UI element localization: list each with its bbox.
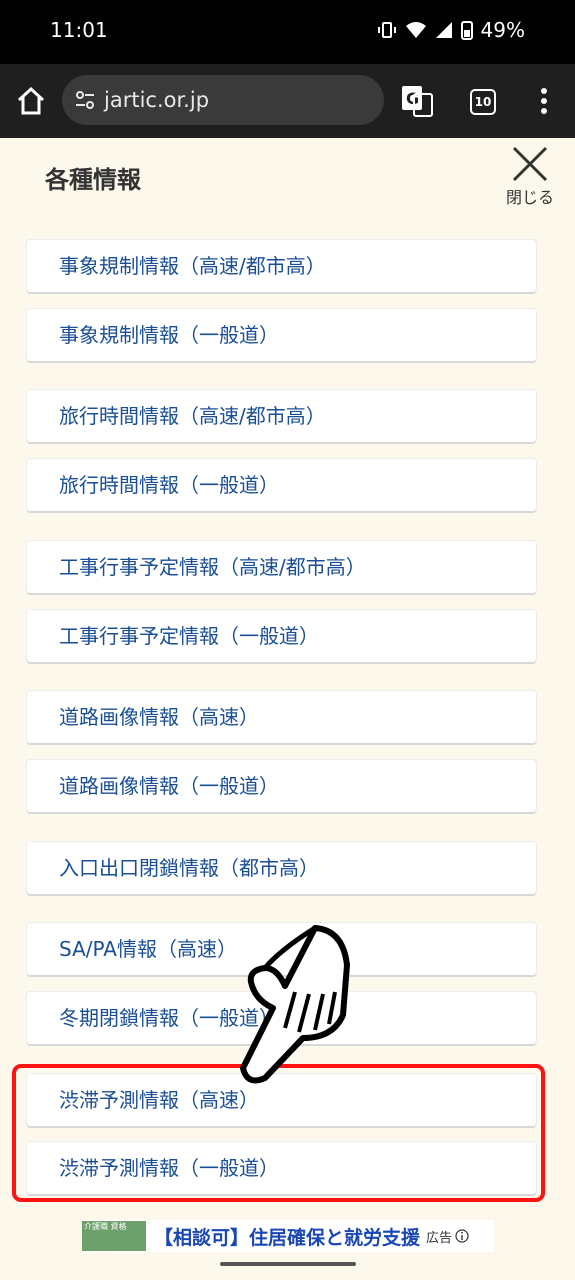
wifi-icon [405,22,426,38]
browser-toolbar: jartic.or.jp G 10 [0,64,575,138]
battery-icon [460,21,473,40]
ad-text[interactable]: 【相談可】住居確保と就労支援 [154,1223,420,1250]
menu-item[interactable]: 旅行時間情報（高速/都市高） [27,390,536,442]
status-time: 11:01 [50,18,108,42]
vibrate-icon [377,22,396,38]
site-settings-icon[interactable] [74,89,96,111]
close-icon[interactable] [512,146,548,182]
more-menu-icon[interactable] [540,88,548,114]
menu-item[interactable]: 事象規制情報（一般道） [27,309,536,361]
panel-title: 各種情報 [45,166,141,194]
menu-item[interactable]: 工事行事予定情報（一般道） [27,610,536,662]
translate-icon[interactable]: G [400,84,434,118]
status-bar: 11:01 49% [0,0,575,64]
close-button[interactable]: 閉じる [500,146,560,208]
signal-icon [435,22,452,38]
menu-item[interactable]: 旅行時間情報（一般道） [27,459,536,511]
battery-percent: 49% [480,18,525,42]
svg-text:G: G [406,89,419,108]
status-icons: 49% [377,18,525,42]
menu-item[interactable]: 道路画像情報（高速） [27,691,536,743]
tab-switcher-button[interactable]: 10 [470,89,496,115]
menu-item[interactable]: 事象規制情報（高速/都市高） [27,240,536,292]
ad-info-icon[interactable] [455,1229,469,1243]
url-text: jartic.or.jp [104,88,210,112]
pointing-hand-icon [240,925,350,1084]
menu-item[interactable]: 道路画像情報（一般道） [27,760,536,812]
ad-thumbnail[interactable]: 介護職 資格 [82,1221,146,1251]
ad-thumb-text: 介護職 資格 [84,1222,127,1231]
url-bar[interactable]: jartic.or.jp [62,75,384,125]
menu-item[interactable]: 入口出口閉鎖情報（都市高） [27,842,536,894]
close-label: 閉じる [505,188,554,207]
gesture-nav-bar[interactable] [220,1262,356,1266]
ad-banner[interactable]: 介護職 資格 【相談可】住居確保と就労支援 広告 [82,1220,494,1252]
home-icon[interactable] [14,84,48,118]
ad-label: 広告 [426,1230,453,1246]
menu-item[interactable]: 工事行事予定情報（高速/都市高） [27,541,536,593]
